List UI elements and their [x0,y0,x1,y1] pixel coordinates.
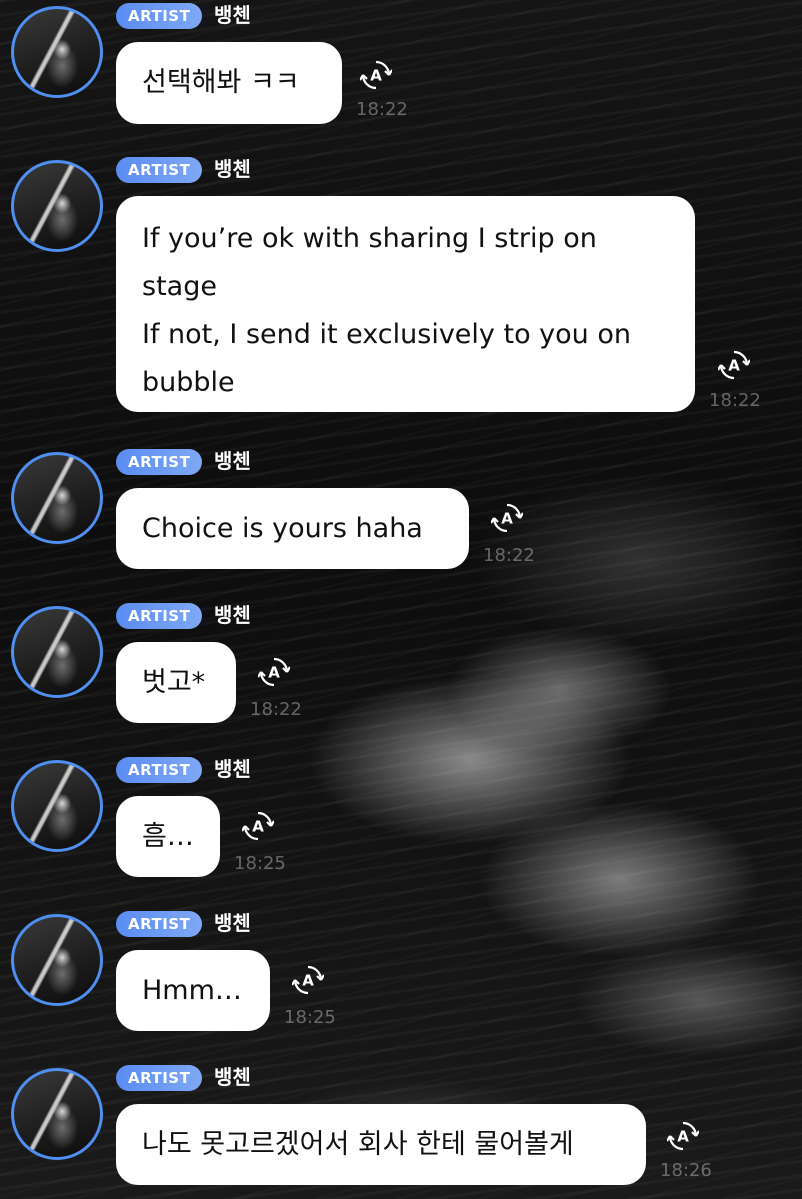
message-time: 18:25 [234,853,286,874]
artist-badge: ARTIST [116,1065,203,1091]
translate-icon[interactable]: A [491,502,523,534]
message-time: 18:22 [356,99,408,120]
sender-name: 뱅첸 [214,1065,251,1089]
artist-badge: ARTIST [116,3,203,29]
svg-text:A: A [677,1128,689,1146]
artist-avatar[interactable] [11,1068,103,1160]
artist-avatar[interactable] [11,606,103,698]
artist-avatar[interactable] [11,160,103,252]
message-time: 18:22 [483,545,535,566]
svg-text:A: A [302,972,314,990]
translate-icon[interactable]: A [360,59,392,91]
sender-name: 뱅첸 [214,757,251,781]
sender-name: 뱅첸 [214,911,251,935]
message-time: 18:26 [660,1160,712,1181]
message-bubble[interactable]: 나도 못고르겠어서 회사 한테 물어볼게 [116,1104,646,1185]
message-bubble[interactable]: 선택해봐 ㅋㅋ [116,42,342,124]
artist-avatar[interactable] [11,6,103,98]
translate-icon[interactable]: A [292,964,324,996]
artist-badge: ARTIST [116,911,203,937]
svg-text:A: A [501,510,513,528]
translate-icon[interactable]: A [718,349,750,381]
message-bubble[interactable]: 흠… [116,796,220,877]
sender-name: 뱅첸 [214,449,251,473]
artist-badge: ARTIST [116,449,203,475]
artist-avatar[interactable] [11,914,103,1006]
translate-icon[interactable]: A [258,656,290,688]
artist-avatar[interactable] [11,452,103,544]
translate-icon[interactable]: A [667,1120,699,1152]
message-time: 18:22 [709,390,761,411]
svg-text:A: A [370,67,382,85]
message-bubble[interactable]: 벗고* [116,642,236,723]
sender-name: 뱅첸 [214,603,251,627]
svg-text:A: A [268,664,280,682]
sender-name: 뱅첸 [214,157,251,181]
artist-badge: ARTIST [116,603,203,629]
sender-name: 뱅첸 [214,3,251,27]
artist-badge: ARTIST [116,157,203,183]
message-time: 18:25 [284,1007,336,1028]
message-bubble[interactable]: If you’re ok with sharing I strip on sta… [116,196,695,412]
svg-text:A: A [252,818,264,836]
message-bubble[interactable]: Hmm… [116,950,270,1031]
message-bubble[interactable]: Choice is yours haha [116,488,469,569]
artist-badge: ARTIST [116,757,203,783]
svg-text:A: A [728,357,740,375]
message-time: 18:22 [250,699,302,720]
artist-avatar[interactable] [11,760,103,852]
translate-icon[interactable]: A [242,810,274,842]
